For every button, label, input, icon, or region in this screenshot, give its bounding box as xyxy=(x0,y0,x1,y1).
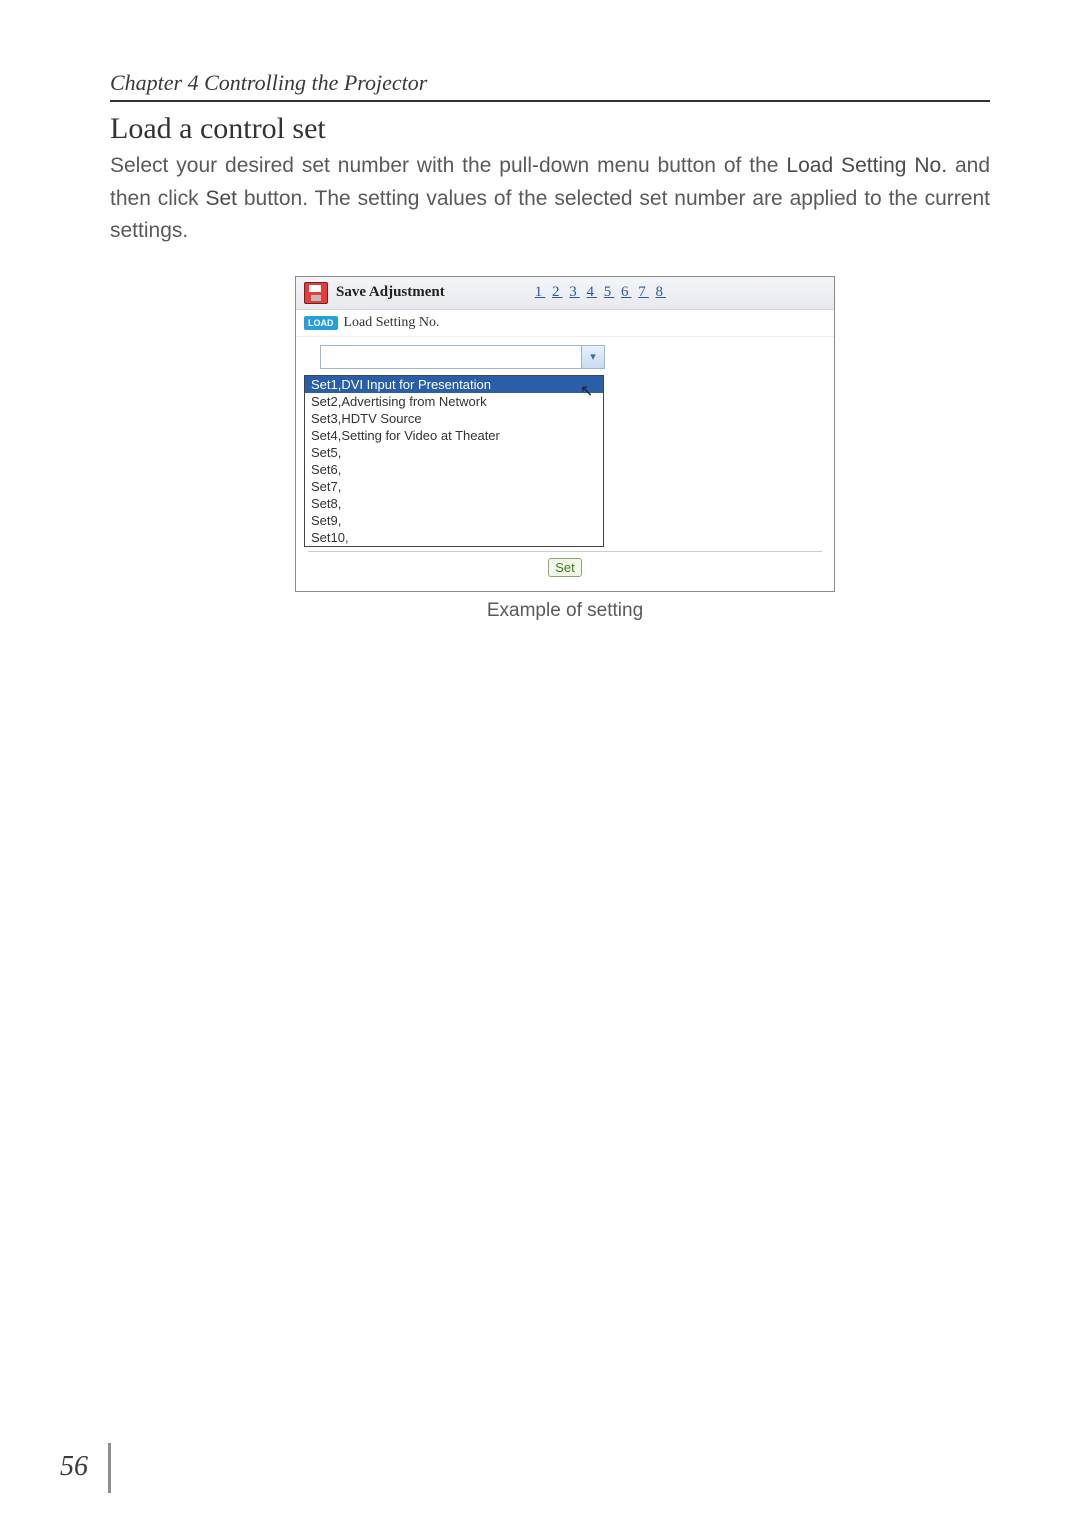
body-text-c: button. The setting values of the select… xyxy=(110,187,990,243)
page-number: 56 xyxy=(60,1451,88,1483)
set-button[interactable]: Set xyxy=(548,558,582,577)
option-set8[interactable]: Set8, xyxy=(305,495,603,512)
cursor-arrow-icon: ↖ xyxy=(580,381,593,401)
page-link-1[interactable]: 1 xyxy=(535,284,546,300)
section-heading: Load a control set xyxy=(110,112,990,146)
body-paragraph: Select your desired set number with the … xyxy=(110,150,990,248)
figure-caption: Example of setting xyxy=(295,600,835,622)
option-set4[interactable]: Set4,Setting for Video at Theater xyxy=(305,427,603,444)
option-set3[interactable]: Set3,HDTV Source xyxy=(305,410,603,427)
body-text-a: Select your desired set number with the … xyxy=(110,154,786,177)
keyword-load-setting-no: Load Setting No. xyxy=(786,154,947,177)
settings-panel: Save Adjustment 1 2 3 4 5 6 7 8 LOAD Loa… xyxy=(295,276,835,592)
option-set9[interactable]: Set9, xyxy=(305,512,603,529)
chevron-down-icon[interactable]: ▾ xyxy=(581,346,604,368)
page-link-8[interactable]: 8 xyxy=(656,284,667,300)
page-link-2[interactable]: 2 xyxy=(552,284,563,300)
save-adjustment-row: Save Adjustment 1 2 3 4 5 6 7 8 xyxy=(296,277,834,310)
option-set1[interactable]: Set1,DVI Input for Presentation xyxy=(305,376,603,393)
load-setting-label: Load Setting No. xyxy=(344,315,440,331)
page-link-3[interactable]: 3 xyxy=(569,284,580,300)
option-set7[interactable]: Set7, xyxy=(305,478,603,495)
keyword-set: Set xyxy=(205,187,237,210)
dropdown-area: ▾ Set1,DVI Input for Presentation Set2,A… xyxy=(296,337,834,373)
load-badge-icon: LOAD xyxy=(304,316,338,330)
save-adjustment-label: Save Adjustment xyxy=(336,284,445,301)
page-link-5[interactable]: 5 xyxy=(604,284,615,300)
option-set5[interactable]: Set5, xyxy=(305,444,603,461)
option-set10[interactable]: Set10, xyxy=(305,529,603,546)
option-set2[interactable]: Set2,Advertising from Network xyxy=(305,393,603,410)
load-setting-row: LOAD Load Setting No. xyxy=(296,310,834,337)
chapter-header: Chapter 4 Controlling the Projector xyxy=(110,70,990,102)
page-link-7[interactable]: 7 xyxy=(638,284,649,300)
dropdown-options-list[interactable]: Set1,DVI Input for Presentation Set2,Adv… xyxy=(304,375,604,547)
load-setting-select[interactable]: ▾ xyxy=(320,345,605,369)
page-link-4[interactable]: 4 xyxy=(587,284,598,300)
page-link-6[interactable]: 6 xyxy=(621,284,632,300)
page-number-bar xyxy=(108,1443,111,1493)
save-disk-icon xyxy=(304,282,328,304)
set-button-row: Set xyxy=(296,552,834,591)
option-set6[interactable]: Set6, xyxy=(305,461,603,478)
page-index-links[interactable]: 1 2 3 4 5 6 7 8 xyxy=(535,284,666,301)
figure: Save Adjustment 1 2 3 4 5 6 7 8 LOAD Loa… xyxy=(295,276,835,592)
